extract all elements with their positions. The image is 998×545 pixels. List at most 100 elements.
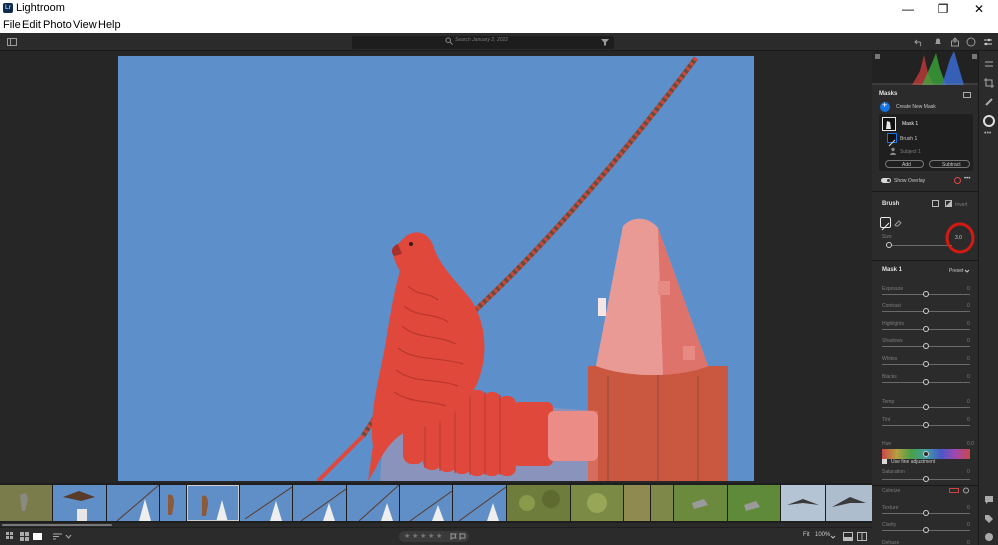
- slider-value[interactable]: 0: [967, 286, 970, 292]
- film-thumbnail[interactable]: [651, 485, 673, 521]
- menu-photo[interactable]: Photo: [43, 19, 72, 31]
- zoom-chevron-down-icon[interactable]: [830, 534, 836, 540]
- keyword-tag-icon[interactable]: [984, 514, 994, 524]
- film-thumbnail[interactable]: [53, 485, 106, 521]
- rating-star[interactable]: ★: [436, 531, 442, 542]
- slider-value[interactable]: 0: [967, 505, 970, 511]
- search-box[interactable]: Search January 2, 2022: [352, 36, 614, 49]
- photo-preview[interactable]: [118, 56, 754, 481]
- slider-knob[interactable]: [923, 326, 929, 332]
- slider-knob[interactable]: [923, 343, 929, 349]
- film-thumbnail[interactable]: [571, 485, 623, 521]
- star-rating[interactable]: ★ ★ ★ ★ ★: [399, 531, 469, 542]
- film-thumbnail[interactable]: [400, 485, 452, 521]
- masking-icon[interactable]: [983, 115, 995, 127]
- filter-icon[interactable]: [600, 37, 610, 47]
- close-button[interactable]: ✕: [961, 0, 997, 18]
- film-thumbnail[interactable]: [0, 485, 52, 521]
- healing-icon[interactable]: [984, 97, 994, 107]
- film-thumbnail[interactable]: [453, 485, 506, 521]
- rating-star[interactable]: ★: [404, 531, 410, 542]
- detail-view-icon[interactable]: [33, 532, 42, 541]
- film-thumbnail[interactable]: [107, 485, 159, 521]
- slider-value[interactable]: 0: [967, 522, 970, 528]
- film-thumbnail[interactable]: [674, 485, 727, 521]
- slider-knob[interactable]: [923, 422, 929, 428]
- brush-settings-icon[interactable]: [932, 200, 939, 207]
- fine-adjust-label[interactable]: Use fine adjustment: [891, 459, 935, 465]
- slider-value[interactable]: 0: [967, 374, 970, 380]
- menu-help[interactable]: Help: [98, 19, 121, 31]
- create-new-mask-label[interactable]: Create New Mask: [896, 104, 936, 110]
- minimize-button[interactable]: —: [890, 0, 926, 18]
- panel-toggle-icon[interactable]: [7, 37, 17, 47]
- slider-value[interactable]: 0.0: [967, 441, 974, 447]
- filmstrip-toggle-icon[interactable]: [843, 532, 853, 541]
- slider-knob[interactable]: [923, 510, 929, 516]
- mask-thumbnail[interactable]: [882, 117, 896, 131]
- shadow-clipping-icon[interactable]: [875, 54, 880, 59]
- more-options-icon[interactable]: •••: [964, 176, 970, 182]
- add-mask-button[interactable]: Add: [885, 160, 924, 168]
- menu-edit[interactable]: Edit: [22, 19, 41, 31]
- preset-chevron-down-icon[interactable]: [964, 268, 970, 274]
- flag-reject-icon[interactable]: [459, 533, 466, 540]
- slider-value[interactable]: 0: [967, 356, 970, 362]
- undo-icon[interactable]: [914, 37, 924, 47]
- rating-star[interactable]: ★: [412, 531, 418, 542]
- subject-component-label[interactable]: Subject 1: [900, 149, 921, 155]
- slider-value[interactable]: 0: [967, 417, 970, 423]
- slider-value[interactable]: 0: [967, 303, 970, 309]
- film-thumbnail[interactable]: [507, 485, 570, 521]
- overlay-color-swatch[interactable]: [954, 177, 961, 184]
- film-thumbnail[interactable]: [347, 485, 399, 521]
- menu-file[interactable]: File: [3, 19, 21, 31]
- zoom-level[interactable]: 100%: [815, 532, 830, 538]
- comment-icon[interactable]: [984, 495, 994, 505]
- restore-button[interactable]: ❐: [925, 0, 961, 18]
- subject-component-icon[interactable]: [889, 147, 897, 155]
- subtract-mask-button[interactable]: Subtract: [929, 160, 970, 168]
- crop-icon[interactable]: [984, 78, 994, 88]
- sort-icon[interactable]: [53, 532, 62, 541]
- share-icon[interactable]: [950, 37, 960, 47]
- film-thumbnail[interactable]: [624, 485, 650, 521]
- slider-value[interactable]: 0: [967, 338, 970, 344]
- more-tools-icon[interactable]: •••: [984, 130, 991, 137]
- highlight-clipping-icon[interactable]: [972, 54, 977, 59]
- colorize-swatch[interactable]: [949, 488, 959, 493]
- slider-knob[interactable]: [923, 527, 929, 533]
- eyedropper-icon[interactable]: [962, 487, 970, 494]
- brush-tool-button[interactable]: [880, 217, 891, 231]
- brush-size-slider-knob[interactable]: [886, 242, 893, 248]
- chevron-down-icon[interactable]: [65, 533, 72, 540]
- fit-zoom-label[interactable]: Fit: [803, 532, 810, 538]
- slider-value[interactable]: 0: [967, 540, 970, 545]
- saturation-slider-knob[interactable]: [923, 476, 929, 482]
- grid-view-icon[interactable]: [6, 532, 15, 541]
- slider-knob[interactable]: [923, 404, 929, 410]
- preset-dropdown[interactable]: Preset: [949, 268, 963, 274]
- create-new-mask-button[interactable]: +: [880, 100, 890, 112]
- square-grid-view-icon[interactable]: [20, 532, 29, 541]
- search-input[interactable]: Search January 2, 2022: [455, 37, 508, 43]
- slider-knob[interactable]: [923, 379, 929, 385]
- mask-overlay-toggle-icon[interactable]: [963, 92, 971, 98]
- show-overlay-toggle[interactable]: [881, 178, 891, 183]
- filmstrip-scroll-thumb[interactable]: [2, 524, 112, 526]
- rating-star[interactable]: ★: [420, 531, 426, 542]
- film-thumbnail[interactable]: [826, 485, 872, 521]
- brush-size-slider-track[interactable]: [886, 245, 952, 246]
- slider-knob[interactable]: [923, 291, 929, 297]
- flag-pick-icon[interactable]: [450, 533, 457, 540]
- slider-knob[interactable]: [923, 308, 929, 314]
- slider-value[interactable]: 0: [967, 321, 970, 327]
- fine-adjust-checkbox[interactable]: [882, 459, 887, 464]
- film-thumbnail[interactable]: [781, 485, 825, 521]
- film-thumbnail-selected[interactable]: [187, 485, 239, 521]
- compare-view-icon[interactable]: [857, 532, 867, 541]
- mask-name[interactable]: Mask 1: [902, 121, 918, 127]
- info-icon[interactable]: [984, 532, 994, 542]
- eraser-icon[interactable]: [894, 219, 902, 227]
- edit-panel-icon[interactable]: [983, 37, 993, 47]
